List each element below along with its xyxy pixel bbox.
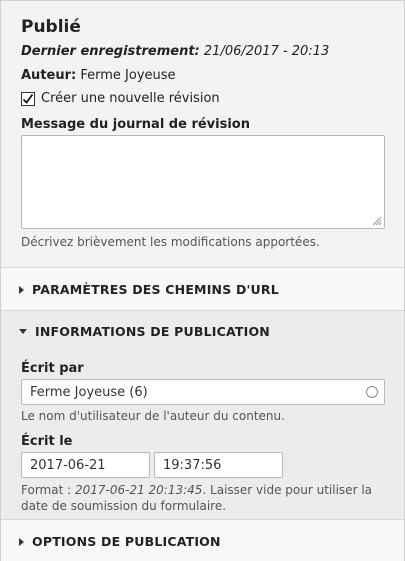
caret-right-icon (19, 285, 24, 294)
entity-meta-panel: Publié Dernier enregistrement: 21/06/201… (0, 0, 405, 561)
authored-by-label: Écrit par (21, 361, 84, 376)
url-alias-details: PARAMÈTRES DES CHEMINS D'URL (1, 267, 404, 311)
author-label: Auteur: (21, 68, 77, 83)
url-alias-summary-label: PARAMÈTRES DES CHEMINS D'URL (32, 282, 279, 297)
new-revision-label[interactable]: Créer une nouvelle révision (41, 91, 220, 106)
author-line: Auteur: Ferme Joyeuse (21, 68, 176, 83)
authored-on-date-input[interactable]: 2017-06-21 (21, 452, 150, 478)
authored-on-time-value: 19:37:56 (163, 457, 222, 473)
revision-log-description: Décrivez brièvement les modifications ap… (21, 235, 320, 249)
new-revision-checkbox[interactable] (21, 91, 35, 106)
resize-grip-icon[interactable] (372, 216, 382, 226)
authored-on-time-input[interactable]: 19:37:56 (154, 452, 283, 478)
format-example: 2017-06-21 20:13:45 (74, 483, 203, 497)
caret-right-icon (19, 537, 24, 546)
entity-meta-header: Publié Dernier enregistrement: 21/06/201… (1, 1, 404, 267)
author-value: Ferme Joyeuse (80, 68, 176, 83)
authored-by-description: Le nom d'utilisateur de l'auteur du cont… (21, 409, 285, 423)
format-suffix-line1: . Laisser vide pour utiliser la (202, 483, 373, 497)
revision-log-label: Message du journal de révision (21, 117, 250, 132)
authoring-summary[interactable]: INFORMATIONS DE PUBLICATION (19, 324, 270, 339)
format-prefix: Format : (21, 483, 75, 497)
new-revision-row[interactable]: Créer une nouvelle révision (21, 91, 220, 106)
caret-down-icon (19, 329, 27, 334)
authoring-summary-label: INFORMATIONS DE PUBLICATION (35, 324, 270, 339)
options-summary-label: OPTIONS DE PUBLICATION (32, 534, 221, 549)
last-saved-line: Dernier enregistrement: 21/06/2017 - 20:… (21, 44, 329, 59)
last-saved-value: 21/06/2017 - 20:13 (203, 44, 330, 59)
autocomplete-throbber-icon (366, 386, 378, 398)
last-saved-label: Dernier enregistrement: (21, 44, 200, 59)
options-details: OPTIONS DE PUBLICATION (1, 519, 404, 561)
authored-on-date-value: 2017-06-21 (30, 457, 106, 473)
authored-by-input[interactable]: Ferme Joyeuse (6) (21, 379, 385, 405)
url-alias-summary[interactable]: PARAMÈTRES DES CHEMINS D'URL (19, 282, 279, 297)
publish-status-title: Publié (21, 17, 81, 37)
authored-on-description: Format : 2017-06-21 20:13:45. Laisser vi… (21, 482, 372, 514)
authored-by-value: Ferme Joyeuse (6) (30, 384, 148, 400)
options-summary[interactable]: OPTIONS DE PUBLICATION (19, 534, 221, 549)
authored-on-label: Écrit le (21, 434, 73, 449)
authoring-details: INFORMATIONS DE PUBLICATION Écrit par Fe… (1, 310, 404, 520)
format-suffix-line2: date de soumission du formulaire. (21, 499, 227, 513)
revision-log-textarea[interactable] (21, 135, 385, 229)
checkmark-icon (22, 93, 34, 104)
